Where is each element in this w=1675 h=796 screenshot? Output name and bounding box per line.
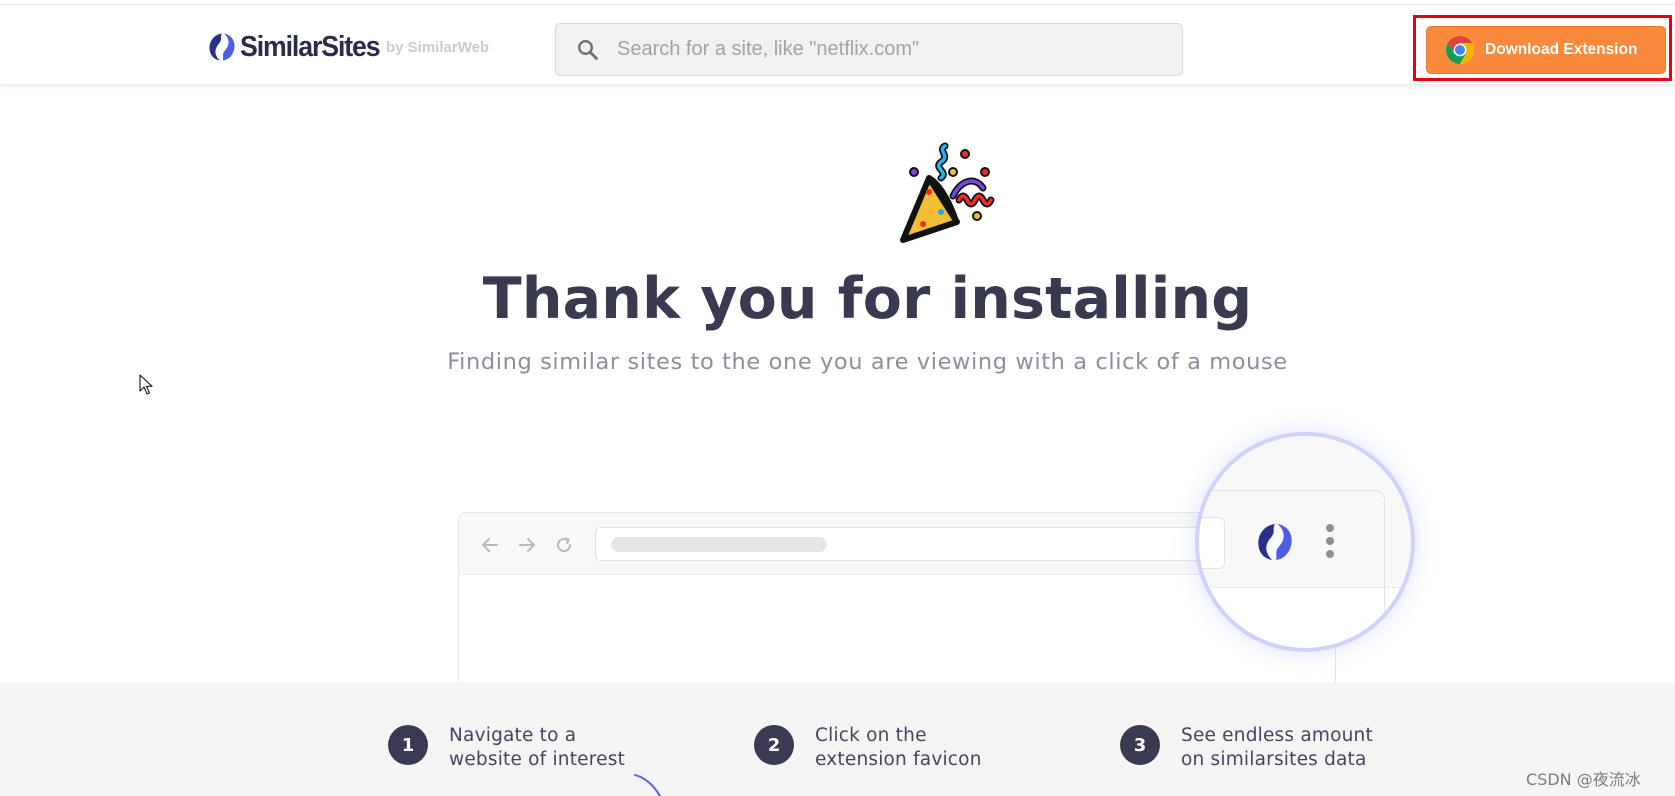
step-line: Click on the [815, 725, 927, 746]
site-header: SimilarSites by SimilarWeb Download Exte… [0, 5, 1675, 85]
step-line: on similarsites data [1181, 749, 1367, 770]
step-line: See endless amount [1181, 725, 1373, 746]
step-number-badge: 1 [388, 725, 428, 765]
forward-arrow-icon [519, 538, 535, 552]
similarsites-logo-icon [209, 33, 235, 61]
step-number-badge: 3 [1120, 725, 1160, 765]
step-item: 3 See endless amount on similarsites dat… [1120, 724, 1381, 772]
kebab-menu-icon [1326, 524, 1334, 558]
download-extension-button[interactable]: Download Extension [1426, 26, 1666, 74]
mockup-address-bar [595, 527, 1235, 561]
similarsites-logo[interactable]: SimilarSites [207, 27, 392, 67]
reload-icon [557, 537, 572, 553]
step-description: Click on the extension favicon [815, 724, 1015, 772]
logo-text: SimilarSites [240, 30, 381, 63]
step-description: Navigate to a website of interest [449, 724, 649, 772]
watermark-text: CSDN @夜流冰 [1526, 770, 1641, 789]
how-it-works-steps: 1 Navigate to a website of interest 2 Cl… [0, 682, 1675, 796]
step-item: 2 Click on the extension favicon [754, 724, 1015, 772]
site-search[interactable] [555, 23, 1183, 76]
decorative-arrow-curve [634, 774, 661, 796]
step-line: extension favicon [815, 749, 982, 770]
magnifier-address-edge [1199, 517, 1225, 569]
page-subtitle: Finding similar sites to the one you are… [447, 349, 1288, 375]
download-extension-label: Download Extension [1485, 41, 1638, 58]
party-popper-icon [900, 142, 995, 243]
step-line: website of interest [449, 749, 626, 770]
address-placeholder-bar [611, 537, 827, 552]
search-icon [577, 39, 598, 60]
mouse-cursor-icon [139, 374, 153, 395]
step-line: Navigate to a [449, 725, 577, 746]
extension-magnifier [1195, 432, 1415, 652]
magnifier-card-edge [1199, 490, 1385, 648]
step-item: 1 Navigate to a website of interest [388, 724, 649, 772]
page-title: Thank you for installing [482, 266, 1253, 332]
chrome-icon [1446, 36, 1474, 64]
logo-subtitle: by SimilarWeb [386, 39, 490, 56]
step-number-badge: 2 [754, 725, 794, 765]
step-description: See endless amount on similarsites data [1181, 724, 1381, 772]
similarsites-extension-icon [1258, 524, 1292, 560]
back-arrow-icon [482, 538, 498, 552]
search-input[interactable] [615, 37, 1155, 62]
